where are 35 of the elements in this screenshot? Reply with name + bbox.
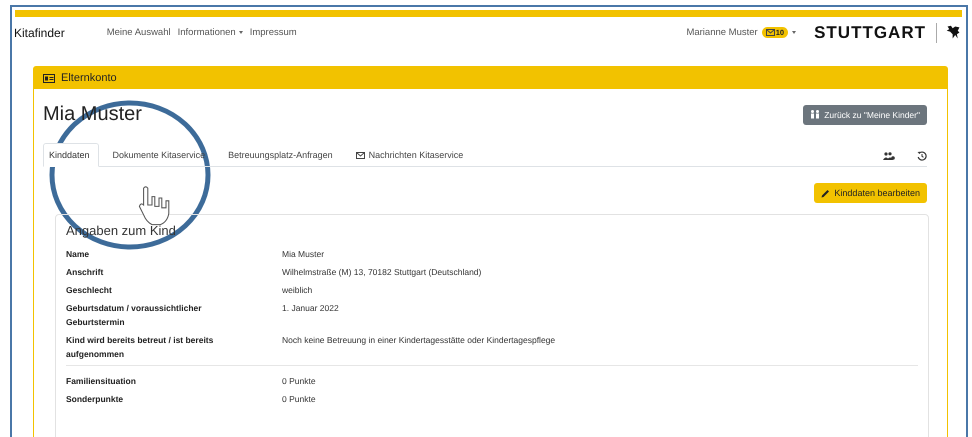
- field-label: Geburtsdatum / voraussichtlicher Geburtstermin: [66, 302, 203, 329]
- people-icon: [810, 110, 820, 119]
- edit-button[interactable]: Kinddaten bearbeiten: [814, 183, 927, 203]
- field-value: 0 Punkte: [282, 375, 317, 388]
- id-card-icon: [43, 74, 55, 82]
- caret-icon: [792, 31, 796, 34]
- envelope-icon: [356, 152, 365, 158]
- tab[interactable]: Betreuungsplatz-Anfragen: [222, 143, 342, 167]
- back-button[interactable]: Zurück zu "Meine Kinder": [803, 104, 927, 124]
- field-label: Name: [66, 248, 90, 261]
- caret-icon: [238, 31, 243, 34]
- nav-link[interactable]: Informationen: [178, 27, 243, 38]
- field-label: Familiensituation: [66, 375, 137, 388]
- card-title: Elternkonto: [61, 72, 117, 84]
- envelope-icon: [766, 29, 775, 36]
- history-icon[interactable]: [917, 151, 927, 161]
- field-value: 0 Punkte: [282, 393, 317, 406]
- brand-name[interactable]: Kitafinder: [14, 26, 65, 40]
- tab[interactable]: Kinddaten: [43, 143, 99, 167]
- field-value: Wilhelmstraße (M) 13, 70182 Stuttgart (Deutschland): [282, 266, 482, 279]
- nav-link[interactable]: Impressum: [250, 27, 297, 38]
- field-value: 1. Januar 2022: [282, 302, 340, 315]
- tab[interactable]: Nachrichten Kitaservice: [350, 143, 472, 167]
- field-label: Anschrift: [66, 266, 104, 279]
- group-icon[interactable]: [883, 152, 895, 160]
- field-value: Mia Muster: [282, 248, 326, 261]
- hand-cursor-icon: [138, 186, 170, 226]
- pencil-icon: [821, 188, 830, 198]
- field-label: Geschlecht: [66, 284, 113, 297]
- city-logo: STUTTGART: [814, 22, 937, 43]
- field-label: Sonderpunkte: [66, 393, 124, 406]
- field-label: Kind wird bereits betreut / ist bereits aufgenommen: [66, 334, 214, 361]
- nav-link[interactable]: Meine Auswahl: [106, 27, 171, 38]
- field-value: weiblich: [282, 284, 314, 297]
- field-value: Noch keine Betreuung in einer Kindertagesstätte oder Kindertagespflege: [282, 334, 556, 347]
